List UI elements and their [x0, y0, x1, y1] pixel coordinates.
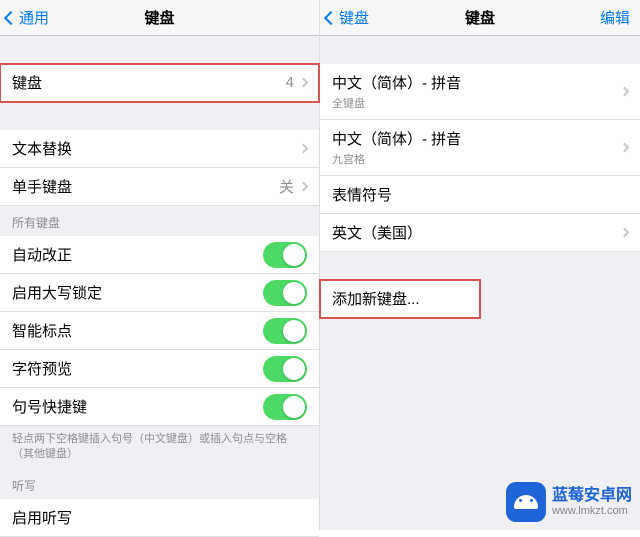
back-label: 通用 — [19, 7, 49, 28]
chevron-right-icon — [620, 294, 630, 304]
cell-label: 句号快捷键 — [12, 396, 87, 417]
text-replace-cell[interactable]: 文本替换 — [0, 130, 319, 168]
chevron-left-icon — [4, 10, 18, 24]
toggle-switch[interactable] — [263, 318, 307, 344]
cell-sublabel: 九宫格 — [332, 151, 365, 167]
back-button[interactable]: 通用 — [6, 7, 49, 28]
keyboard-row[interactable]: 中文（简体）- 拼音 九宫格 — [320, 120, 640, 176]
smart-punct-cell: 智能标点 — [0, 312, 319, 350]
toggle-switch[interactable] — [263, 356, 307, 382]
toggle-switch[interactable] — [263, 394, 307, 420]
cell-label: 启用听写 — [12, 507, 72, 528]
back-label: 键盘 — [339, 7, 369, 28]
cell-label: 表情符号 — [332, 184, 392, 205]
cell-label: 自动改正 — [12, 244, 72, 265]
page-title: 键盘 — [465, 7, 495, 28]
cell-label: 智能标点 — [12, 320, 72, 341]
keyboards-list-pane: 键盘 键盘 编辑 中文（简体）- 拼音 全键盘 中文（简体）- 拼音 九宫格 表… — [320, 0, 640, 530]
section-header: 听写 — [0, 469, 319, 499]
cell-label: 添加新键盘... — [332, 288, 420, 309]
cell-label: 中文（简体）- 拼音 — [332, 72, 461, 93]
page-title: 键盘 — [144, 7, 174, 28]
nav-bar: 通用 键盘 — [0, 0, 319, 36]
chevron-right-icon — [620, 228, 630, 238]
watermark: 蓝莓安卓网 www.lmkzt.com — [506, 482, 632, 522]
cell-sublabel: 全键盘 — [332, 95, 365, 111]
toggle-switch[interactable] — [263, 242, 307, 268]
dictation-cell: 启用听写 — [0, 499, 319, 537]
cell-label: 单手键盘 — [12, 176, 72, 197]
char-preview-cell: 字符预览 — [0, 350, 319, 388]
back-button[interactable]: 键盘 — [326, 7, 369, 28]
android-icon — [506, 482, 546, 522]
cell-label: 文本替换 — [12, 138, 72, 159]
chevron-right-icon — [299, 182, 309, 192]
cell-label: 中文（简体）- 拼音 — [332, 128, 461, 149]
chevron-right-icon — [620, 142, 630, 152]
chevron-right-icon — [299, 144, 309, 154]
edit-button[interactable]: 编辑 — [600, 7, 630, 28]
auto-correct-cell: 自动改正 — [0, 236, 319, 274]
section-header: 所有键盘 — [0, 206, 319, 236]
chevron-right-icon — [620, 86, 630, 96]
keyboard-row[interactable]: 英文（美国） — [320, 214, 640, 252]
keyboard-row[interactable]: 表情符号 — [320, 176, 640, 214]
toggle-switch[interactable] — [263, 280, 307, 306]
period-shortcut-cell: 句号快捷键 — [0, 388, 319, 426]
chevron-left-icon — [324, 10, 338, 24]
nav-bar: 键盘 键盘 编辑 — [320, 0, 640, 36]
keyboards-cell[interactable]: 键盘 4 — [0, 64, 319, 102]
cell-label: 启用大写锁定 — [12, 282, 102, 303]
add-keyboard-cell[interactable]: 添加新键盘... — [320, 280, 480, 318]
watermark-title: 蓝莓安卓网 — [552, 487, 632, 505]
keyboard-row[interactable]: 中文（简体）- 拼音 全键盘 — [320, 64, 640, 120]
cell-label: 键盘 — [12, 72, 42, 93]
caps-lock-cell: 启用大写锁定 — [0, 274, 319, 312]
settings-keyboard-pane: 通用 键盘 键盘 4 文本替换 单手键盘 关 所有键盘 自动改正 — [0, 0, 320, 530]
footer-note: 轻点两下空格键插入句号（中文键盘）或插入句点与空格（其他键盘） — [0, 426, 319, 469]
watermark-url: www.lmkzt.com — [552, 505, 632, 517]
cell-value: 4 — [286, 74, 294, 91]
cell-value: 关 — [279, 176, 294, 197]
cell-label: 字符预览 — [12, 358, 72, 379]
chevron-right-icon — [299, 78, 309, 88]
cell-label: 英文（美国） — [332, 222, 422, 243]
one-hand-cell[interactable]: 单手键盘 关 — [0, 168, 319, 206]
